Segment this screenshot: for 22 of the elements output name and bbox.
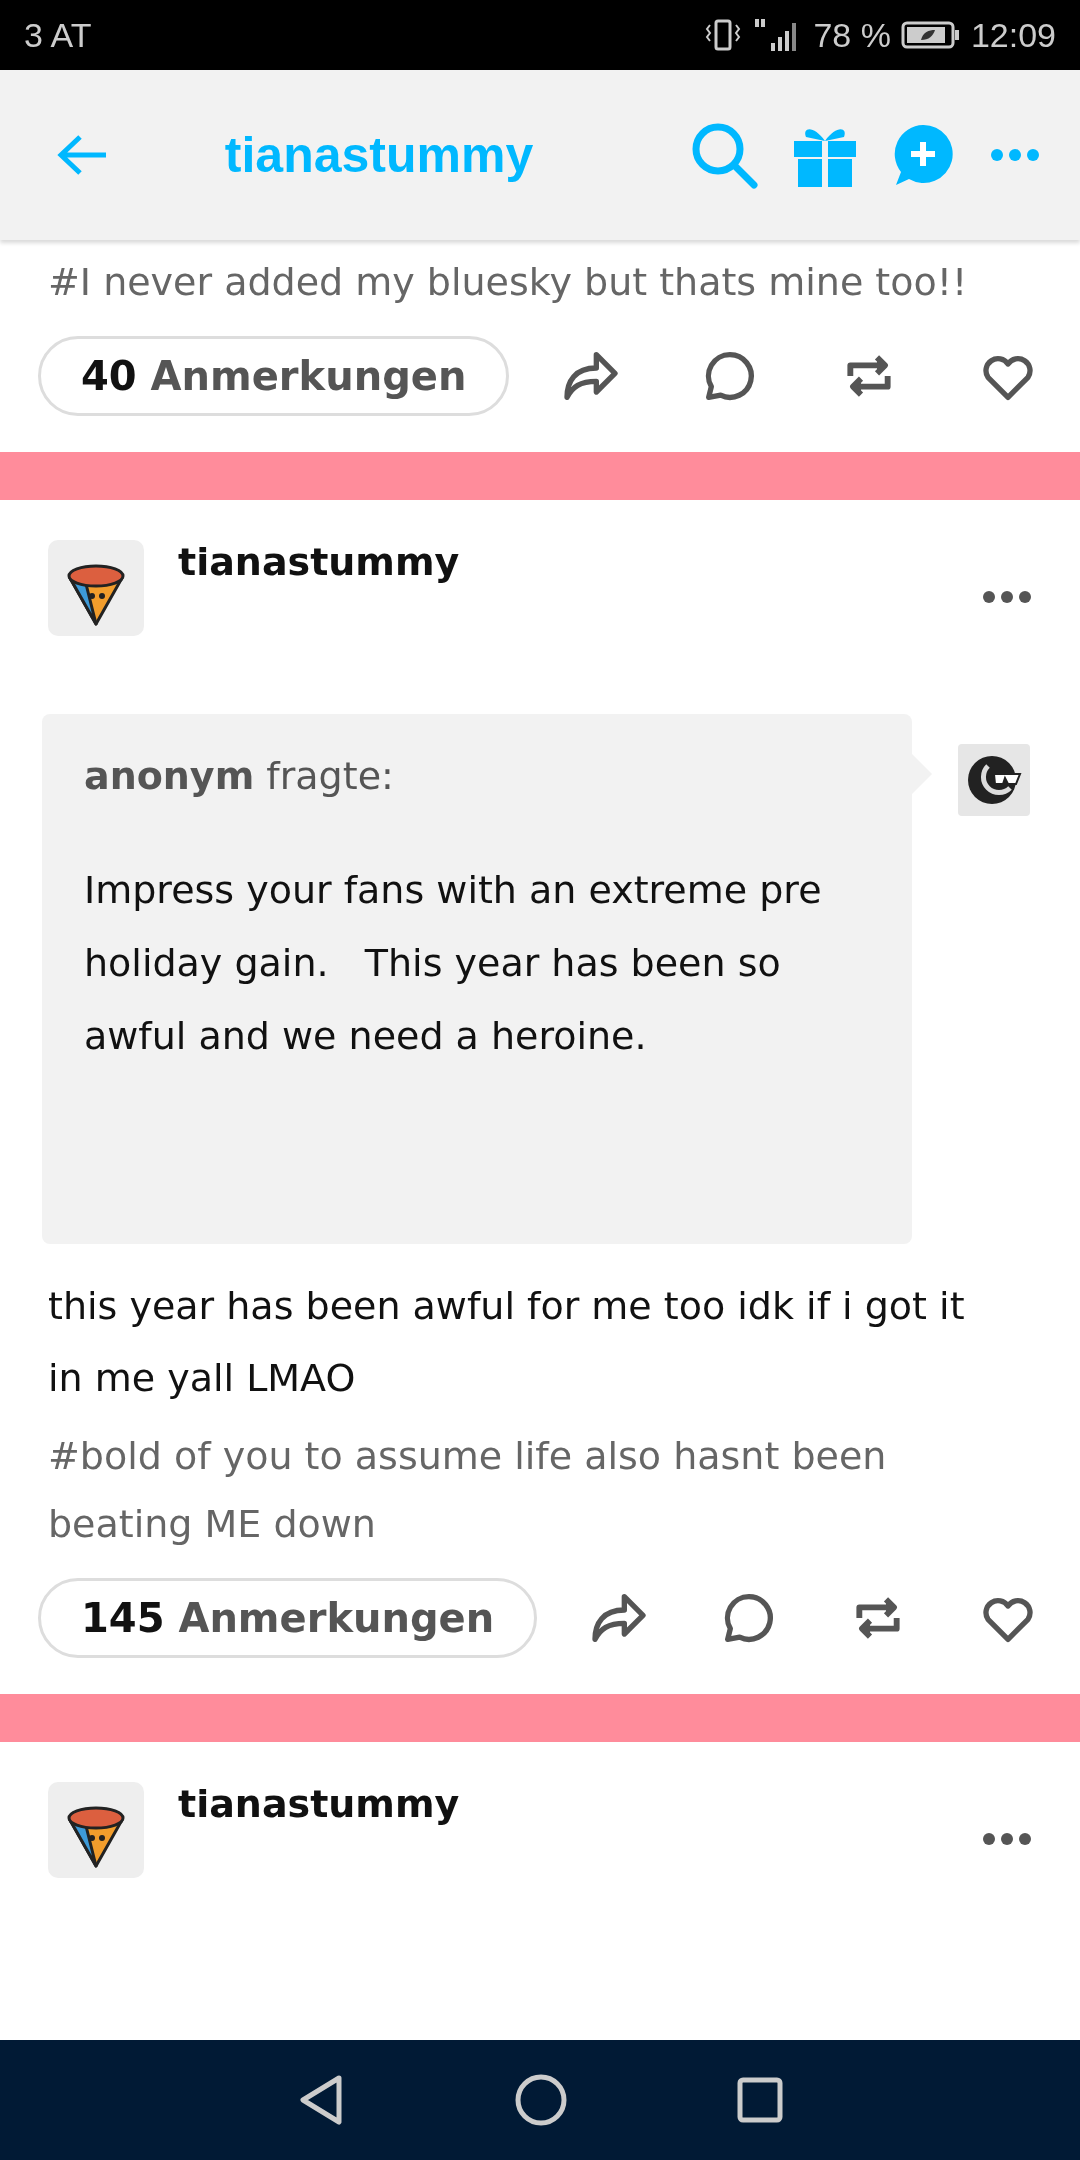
- back-icon[interactable]: [297, 2074, 345, 2126]
- author-name[interactable]: tianastummy: [178, 540, 948, 584]
- clock-time: 12:09: [970, 15, 1056, 55]
- post-tags: #I never added my bluesky but thats mine too!!: [48, 248, 1010, 316]
- battery-percent: 78 %: [813, 15, 891, 55]
- author-name[interactable]: tianastummy: [178, 1782, 948, 1826]
- blog-title: tianastummy: [223, 126, 535, 184]
- answer-text: this year has been awful for me too idk if i got it in me yall LMAO: [48, 1283, 966, 1402]
- notes-button[interactable]: 40 Anmerkungen: [38, 336, 510, 416]
- more-icon[interactable]: [982, 590, 1032, 604]
- carrier-text: 3 AT: [24, 15, 92, 55]
- avatar-icon[interactable]: [48, 540, 144, 636]
- anonymous-avatar-icon: [958, 744, 1030, 816]
- battery-icon: [900, 20, 961, 50]
- notes-button[interactable]: 145 Anmerkungen: [38, 1578, 538, 1658]
- recents-icon[interactable]: [737, 2077, 783, 2123]
- avatar-icon[interactable]: [48, 1782, 144, 1878]
- home-icon[interactable]: [515, 2074, 567, 2126]
- post-tags: #bold of you to assume life also hasnt been beating ME down: [48, 1422, 1010, 1558]
- asker-line: anonym fragte:: [84, 754, 395, 798]
- question-text: Impress your fans with an extreme pre holiday gain. This year has been so awful and we need a heroine.: [84, 867, 823, 1060]
- more-icon[interactable]: [982, 1832, 1032, 1846]
